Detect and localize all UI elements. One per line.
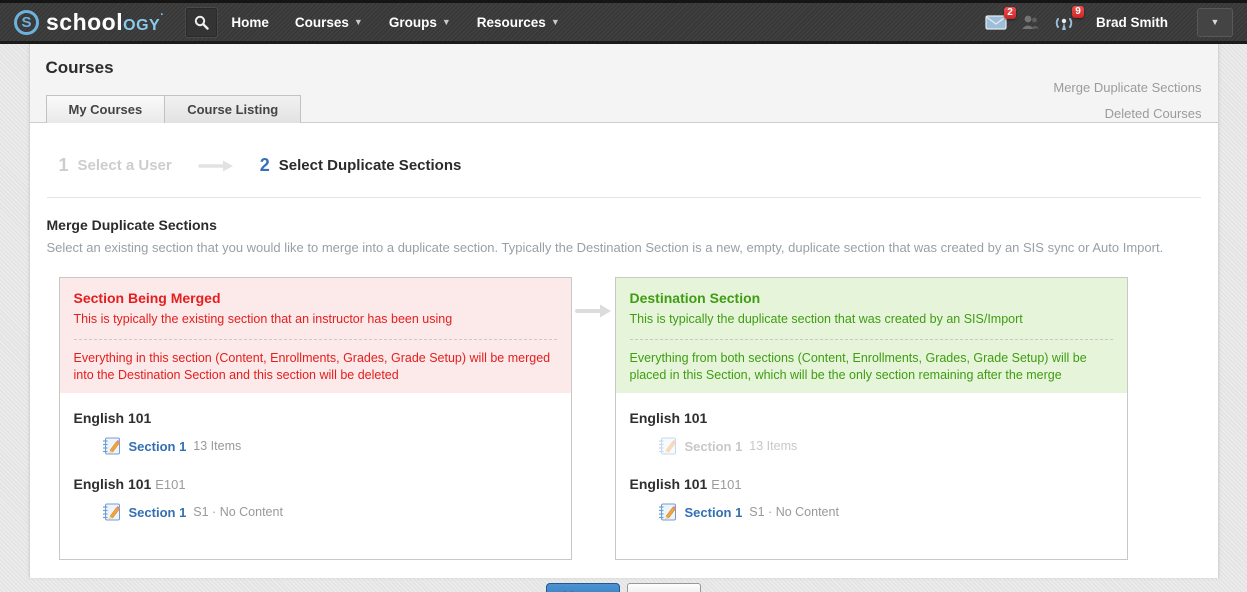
user-name[interactable]: Brad Smith	[1096, 15, 1168, 30]
connections-button[interactable]	[1020, 14, 1040, 30]
course-tabs: My Courses Course Listing	[46, 95, 302, 123]
dashed-divider	[630, 339, 1113, 340]
nav-item-resources[interactable]: Resources▼	[477, 15, 560, 30]
section-link[interactable]: Section 1	[129, 505, 187, 520]
source-panel-body: English 101	[60, 393, 571, 559]
chevron-down-icon: ▼	[1211, 17, 1220, 27]
notifications-badge: 9	[1072, 6, 1084, 18]
course-name: English 101	[74, 476, 152, 492]
panel-gap	[572, 277, 615, 560]
schoology-s-icon: S	[14, 10, 39, 35]
chevron-down-icon: ▼	[442, 17, 451, 27]
top-navbar: S schoology· Home Courses▼ Groups▼ Resou…	[0, 0, 1247, 44]
section-meta: 13 Items	[193, 439, 241, 453]
merge-section-heading: Merge Duplicate Sections	[47, 217, 1201, 233]
section-meta: S1 · No Content	[749, 505, 839, 519]
section-meta: 13 Items	[749, 439, 797, 453]
page-header: Courses Merge Duplicate Sections Deleted…	[30, 44, 1218, 123]
step-1: 1 Select a User	[59, 155, 172, 176]
search-button[interactable]	[186, 8, 217, 37]
section-row-disabled: Section 1 13 Items	[658, 437, 1113, 455]
nav-item-home[interactable]: Home	[231, 15, 269, 30]
chevron-down-icon: ▼	[354, 17, 363, 27]
destination-panel-body: English 101	[616, 393, 1127, 559]
deleted-courses-link[interactable]: Deleted Courses	[1053, 101, 1201, 127]
divider	[47, 197, 1201, 198]
tab-my-courses[interactable]: My Courses	[46, 95, 166, 123]
course-item: English 101	[74, 410, 557, 455]
destination-panel-subtitle: This is typically the duplicate section …	[630, 311, 1113, 328]
people-icon	[1020, 14, 1040, 30]
source-panel-subtitle: This is typically the existing section t…	[74, 311, 557, 328]
course-item: English 101 E101	[630, 476, 1113, 521]
section-link[interactable]: Section 1	[129, 439, 187, 454]
destination-panel: Destination Section This is typically th…	[615, 277, 1128, 560]
step-indicator: 1 Select a User 2 Select Duplicate Secti…	[59, 155, 1201, 176]
search-icon	[194, 15, 209, 30]
course-notebook-icon	[102, 503, 122, 521]
course-notebook-icon	[102, 437, 122, 455]
dashed-divider	[74, 339, 557, 340]
main-area: 1 Select a User 2 Select Duplicate Secti…	[30, 155, 1218, 592]
section-row: Section 1 S1 · No Content	[658, 503, 1113, 521]
merge-section-description: Select an existing section that you woul…	[47, 240, 1201, 255]
section-row: Section 1 S1 · No Content	[102, 503, 557, 521]
step-2: 2 Select Duplicate Sections	[260, 155, 462, 176]
step-arrow-icon	[198, 159, 234, 173]
page-title: Courses	[46, 58, 1202, 78]
content-column: Courses Merge Duplicate Sections Deleted…	[29, 44, 1219, 578]
destination-panel-note: Everything from both sections (Content, …	[630, 350, 1113, 384]
course-code: E101	[155, 477, 185, 492]
course-name: English 101	[630, 410, 708, 426]
course-name: English 101	[74, 410, 152, 426]
source-panel-note: Everything in this section (Content, Enr…	[74, 350, 557, 384]
chevron-down-icon: ▼	[551, 17, 560, 27]
notifications-button[interactable]: 9	[1053, 14, 1075, 31]
destination-panel-title: Destination Section	[630, 289, 1113, 307]
messages-badge: 2	[1004, 7, 1016, 19]
course-notebook-icon	[658, 437, 678, 455]
course-item: English 101 E101	[74, 476, 557, 521]
section-link[interactable]: Section 1	[685, 505, 743, 520]
tab-course-listing[interactable]: Course Listing	[165, 95, 301, 123]
source-panel-header: Section Being Merged This is typically t…	[60, 278, 571, 393]
source-panel-title: Section Being Merged	[74, 289, 557, 307]
course-code: E101	[711, 477, 741, 492]
section-link: Section 1	[685, 439, 743, 454]
course-item: English 101	[630, 410, 1113, 455]
messages-button[interactable]: 2	[985, 15, 1007, 30]
schoology-wordmark: schoology·	[46, 9, 164, 36]
course-notebook-icon	[658, 503, 678, 521]
section-meta: S1 · No Content	[193, 505, 283, 519]
course-name: English 101	[630, 476, 708, 492]
merge-direction-arrow-icon	[575, 303, 612, 319]
merge-button[interactable]: Merge	[546, 583, 619, 592]
account-dropdown-button[interactable]: ▼	[1197, 8, 1233, 37]
nav-item-groups[interactable]: Groups▼	[389, 15, 451, 30]
destination-panel-header: Destination Section This is typically th…	[616, 278, 1127, 393]
cancel-button[interactable]: Cancel	[627, 583, 701, 592]
nav-item-courses[interactable]: Courses▼	[295, 15, 363, 30]
action-buttons: Merge Cancel	[47, 583, 1201, 592]
schoology-logo[interactable]: S schoology·	[14, 9, 164, 36]
header-links: Merge Duplicate Sections Deleted Courses	[1053, 75, 1201, 127]
source-panel: Section Being Merged This is typically t…	[59, 277, 572, 560]
merge-duplicate-sections-link[interactable]: Merge Duplicate Sections	[1053, 75, 1201, 101]
main-navigation: Home Courses▼ Groups▼ Resources▼	[231, 15, 559, 30]
merge-panels: Section Being Merged This is typically t…	[59, 277, 1201, 560]
section-row: Section 1 13 Items	[102, 437, 557, 455]
